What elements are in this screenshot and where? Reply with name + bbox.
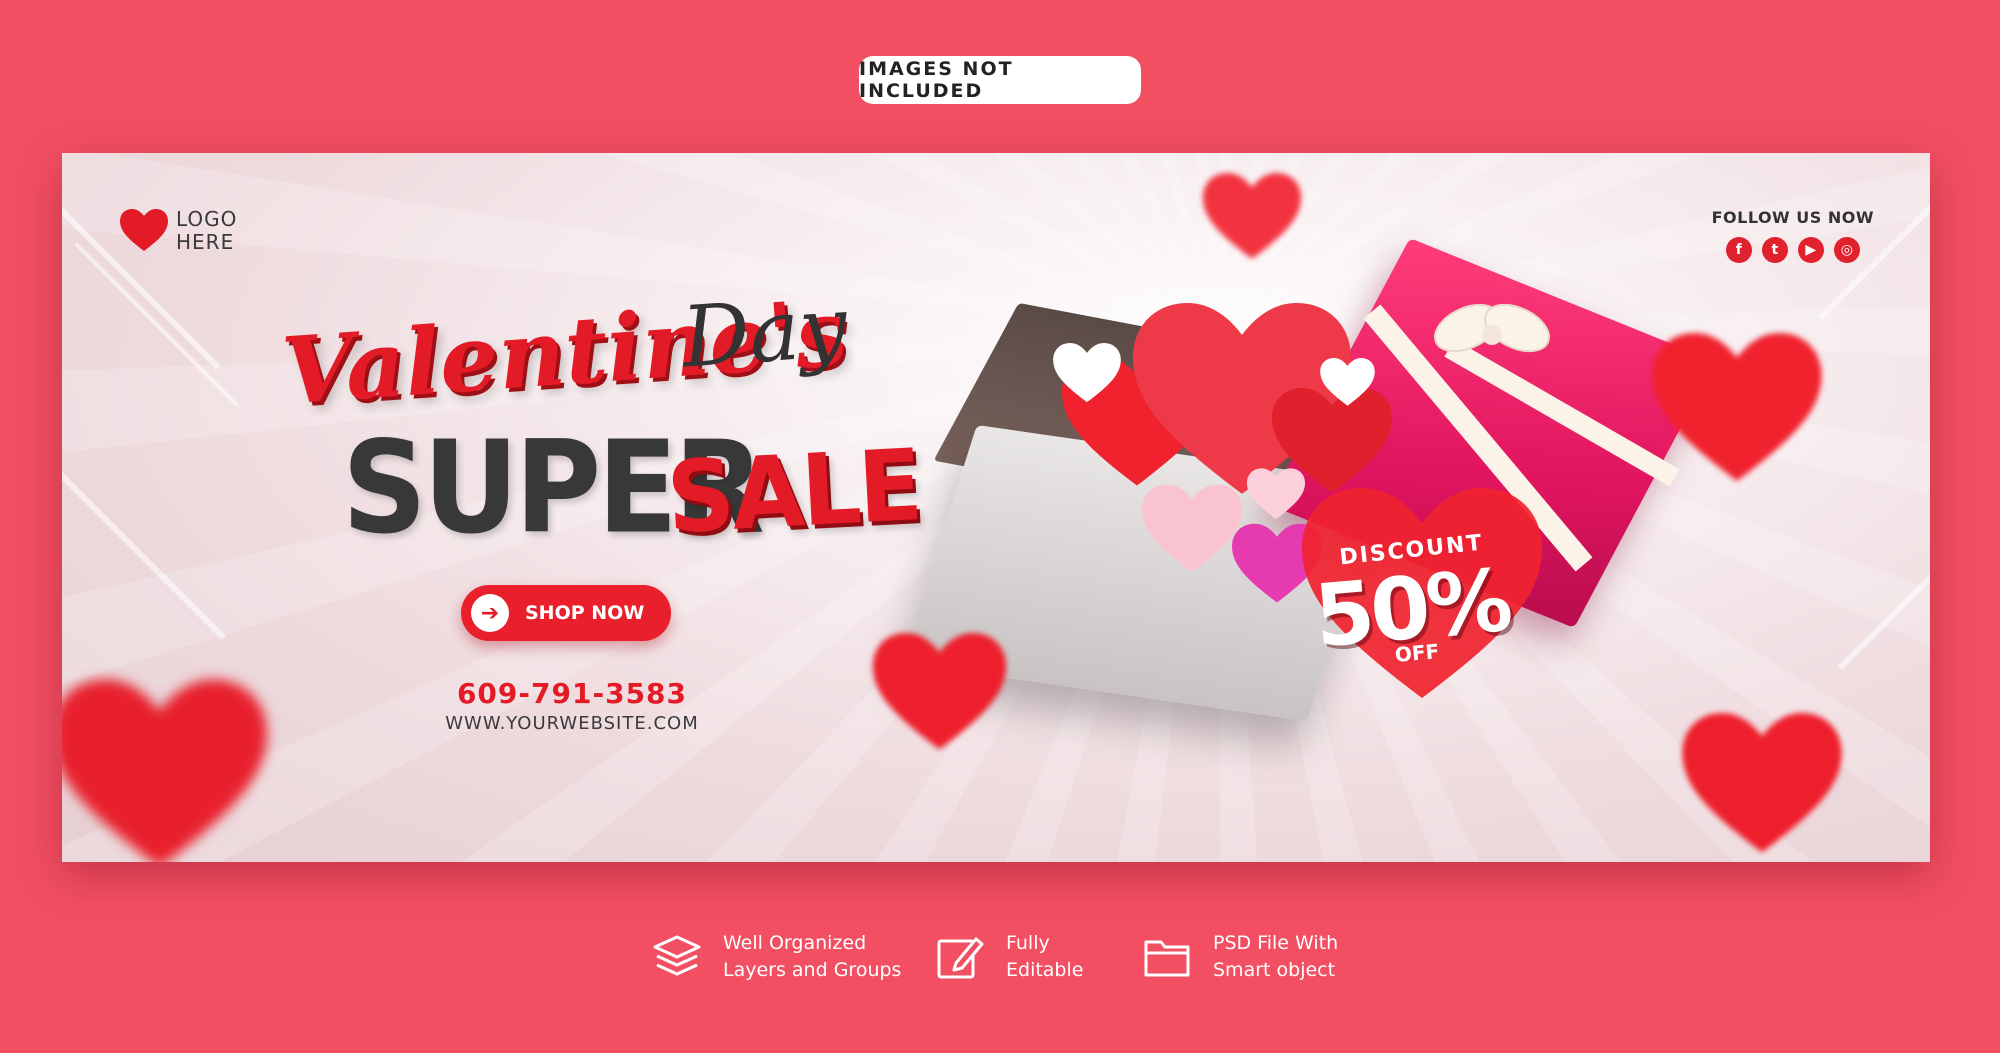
shop-now-label: SHOP NOW	[525, 602, 645, 624]
website-url: WWW.YOURWEBSITE.COM	[445, 713, 699, 734]
heart-icon	[120, 209, 168, 251]
follow-us: FOLLOW US NOW f t ▶ ◎	[1712, 208, 1874, 263]
follow-label: FOLLOW US NOW	[1711, 208, 1874, 227]
heart-decoration	[872, 633, 1007, 750]
instagram-icon[interactable]: ◎	[1833, 237, 1860, 263]
heart-decoration	[62, 679, 267, 862]
feature-line2: Editable	[1006, 959, 1084, 981]
shop-now-button[interactable]: ➔ SHOP NOW	[461, 585, 671, 641]
heart-decoration	[1142, 484, 1242, 573]
heart-decoration	[1202, 173, 1302, 259]
twitter-icon[interactable]: t	[1761, 237, 1788, 263]
valentine-banner: LOGO HERE FOLLOW US NOW f t ▶ ◎ Valentin…	[62, 153, 1930, 862]
feature-line2: Layers and Groups	[723, 959, 902, 981]
logo-line2: HERE	[176, 230, 235, 254]
social-icons: f t ▶ ◎	[1712, 237, 1874, 263]
facebook-icon[interactable]: f	[1725, 237, 1752, 263]
folder-icon	[1144, 940, 1190, 977]
feature-text: Fully Editable	[1006, 930, 1083, 984]
logo[interactable]: LOGO HERE	[120, 208, 237, 254]
feature-line2: Smart object	[1213, 959, 1336, 981]
logo-text: LOGO HERE	[176, 208, 237, 254]
layers-icon	[653, 935, 701, 976]
headline-day: Day	[678, 277, 851, 387]
feature-text: PSD File With Smart object	[1213, 930, 1338, 984]
feature-line1: Well Organized	[723, 932, 867, 954]
heart-decoration	[1247, 468, 1305, 520]
heart-decoration	[1320, 358, 1375, 406]
heart-decoration	[1652, 333, 1822, 481]
feature-item: Fully Editable	[936, 930, 1083, 984]
bow-icon	[1434, 303, 1550, 353]
feature-item: Well Organized Layers and Groups	[653, 930, 901, 984]
heart-decoration	[1682, 713, 1842, 853]
logo-line1: LOGO	[176, 207, 238, 231]
heart-decoration	[1053, 343, 1121, 403]
feature-text: Well Organized Layers and Groups	[723, 930, 901, 984]
headline-sale: SALE	[664, 428, 923, 557]
youtube-icon[interactable]: ▶	[1797, 237, 1824, 263]
feature-line1: PSD File With	[1213, 932, 1339, 954]
feature-item: PSD File With Smart object	[1143, 930, 1338, 984]
feature-line1: Fully	[1006, 932, 1050, 954]
phone-number: 609-791-3583	[456, 677, 688, 710]
images-not-included-badge: IMAGES NOT INCLUDED	[859, 56, 1141, 104]
edit-icon	[937, 937, 984, 979]
arrow-right-icon: ➔	[471, 594, 509, 632]
